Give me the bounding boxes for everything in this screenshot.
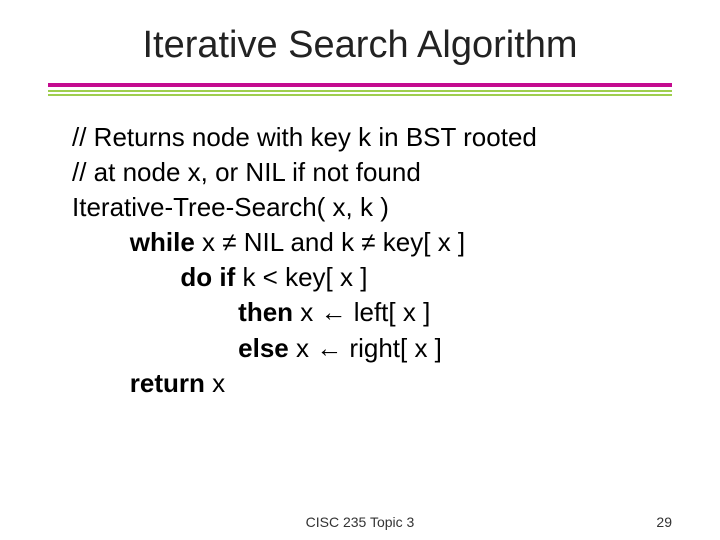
code-then: then x ← left[ x ] bbox=[72, 295, 672, 330]
kw-else: else bbox=[238, 333, 289, 363]
divider-magenta bbox=[48, 83, 672, 87]
code-else: else x ← right[ x ] bbox=[72, 331, 672, 366]
code-else-body: x ← right[ x ] bbox=[289, 333, 442, 363]
code-return: return x bbox=[72, 366, 672, 401]
code-if-cond: k < key[ x ] bbox=[235, 262, 367, 292]
code-block: // Returns node with key k in BST rooted… bbox=[48, 120, 672, 401]
code-while: while x ≠ NIL and k ≠ key[ x ] bbox=[72, 225, 672, 260]
code-then-body: x ← left[ x ] bbox=[293, 297, 430, 327]
title-divider bbox=[48, 83, 672, 96]
code-while-cond: x ≠ NIL and k ≠ key[ x ] bbox=[195, 227, 465, 257]
code-comment-1: // Returns node with key k in BST rooted bbox=[72, 120, 672, 155]
code-comment-2: // at node x, or NIL if not found bbox=[72, 155, 672, 190]
code-signature: Iterative-Tree-Search( x, k ) bbox=[72, 190, 672, 225]
kw-then: then bbox=[238, 297, 293, 327]
footer-course: CISC 235 Topic 3 bbox=[306, 514, 415, 530]
divider-green-2 bbox=[48, 94, 672, 96]
kw-while: while bbox=[130, 227, 195, 257]
footer-page-number: 29 bbox=[656, 514, 672, 530]
kw-doif: do if bbox=[180, 262, 235, 292]
kw-return: return bbox=[130, 368, 205, 398]
divider-green-1 bbox=[48, 90, 672, 92]
slide: Iterative Search Algorithm // Returns no… bbox=[0, 0, 720, 540]
code-return-var: x bbox=[205, 368, 225, 398]
slide-title: Iterative Search Algorithm bbox=[48, 24, 672, 67]
code-doif: do if k < key[ x ] bbox=[72, 260, 672, 295]
